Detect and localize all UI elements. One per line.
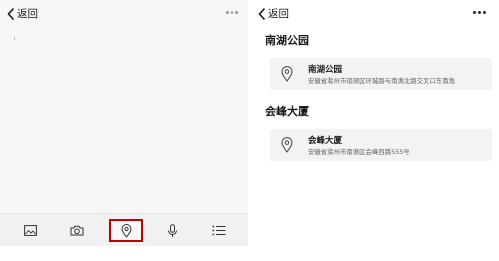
location-pin-icon (281, 66, 293, 82)
location-button[interactable] (109, 219, 143, 242)
location-pin-icon (281, 137, 293, 153)
left-bottom-area (0, 246, 248, 261)
left-top-bar: 返回 (0, 0, 248, 26)
section-title: 南湖公园 (265, 34, 309, 47)
more-dots-icon[interactable] (226, 11, 238, 14)
list-button[interactable] (199, 214, 239, 247)
location-name: 会峰大厦 (308, 136, 343, 146)
microphone-icon (167, 223, 177, 237)
left-back-label: 返回 (17, 8, 38, 20)
right-back-button[interactable]: 返回 (257, 6, 289, 21)
location-address: 安徽省滁州市琅琊区环城路与南谯北路交叉口东南角 (308, 77, 455, 85)
more-dots-icon[interactable] (473, 11, 486, 14)
chevron-left-icon (258, 7, 266, 20)
location-card[interactable]: 南湖公园 安徽省滁州市琅琊区环城路与南谯北路交叉口东南角 (270, 58, 492, 90)
left-phone-screen: 返回 (0, 0, 248, 261)
camera-button[interactable] (57, 214, 97, 247)
location-card[interactable]: 会峰大厦 安徽省滁州市南谯区会峰西路555号 (270, 129, 492, 161)
image-icon (23, 225, 37, 236)
compose-toolbar (0, 213, 248, 246)
location-address: 安徽省滁州市南谯区会峰西路555号 (308, 148, 410, 156)
right-top-bar: 返回 (251, 0, 499, 26)
section-title: 会峰大厦 (265, 105, 309, 118)
left-back-button[interactable]: 返回 (6, 6, 38, 21)
list-icon (212, 225, 226, 236)
screenshot-composite: 返回 返回 南湖公园 南湖公园 安徽省滁州市琅琊区环城路与南谯北路交叉口东南角 … (0, 0, 499, 261)
voice-button[interactable] (152, 214, 192, 247)
text-cursor (14, 37, 15, 40)
chevron-left-icon (7, 7, 15, 20)
camera-icon (70, 225, 84, 236)
location-name: 南湖公园 (308, 65, 343, 75)
right-phone-screen: 返回 南湖公园 南湖公园 安徽省滁州市琅琊区环城路与南谯北路交叉口东南角 会峰大… (251, 0, 499, 261)
right-back-label: 返回 (268, 8, 289, 20)
image-button[interactable] (10, 214, 50, 247)
location-pin-icon (120, 223, 132, 238)
